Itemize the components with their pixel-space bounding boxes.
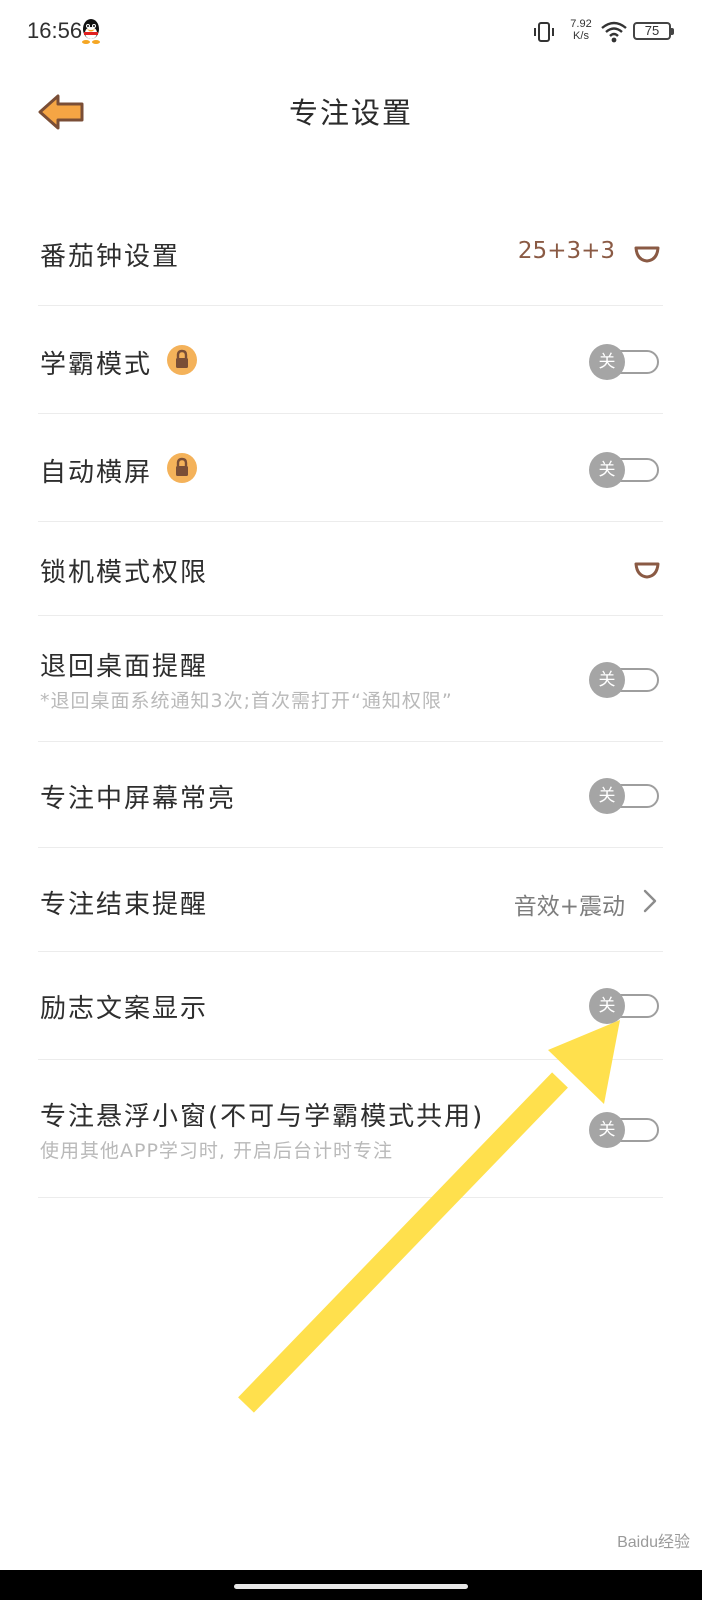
toggle-knob: 关 xyxy=(589,778,625,814)
floating-window-description: 使用其他APP学习时, 开启后台计时专注 xyxy=(40,1140,393,1162)
wifi-icon xyxy=(601,21,627,43)
floating-window-toggle[interactable]: 关 xyxy=(589,1112,661,1148)
baidu-watermark: Baidu经验 xyxy=(617,1534,690,1551)
screen-on-label: 专注中屏幕常亮 xyxy=(40,784,237,814)
page-title: 专注设置 xyxy=(288,96,413,130)
home-indicator[interactable] xyxy=(234,1584,468,1589)
study-mode-toggle[interactable]: 关 xyxy=(589,344,661,380)
navigation-bar xyxy=(0,1570,702,1600)
motivation-text-toggle[interactable]: 关 xyxy=(589,988,661,1024)
network-speed: 7.92 K/s xyxy=(566,18,596,42)
study-mode-row: 学霸模式 关 xyxy=(38,306,663,414)
return-desktop-toggle[interactable]: 关 xyxy=(589,662,661,698)
dropdown-icon[interactable] xyxy=(633,244,661,264)
chevron-right-icon xyxy=(643,889,657,913)
auto-landscape-row: 自动横屏 关 xyxy=(38,414,663,522)
end-reminder-label: 专注结束提醒 xyxy=(40,890,209,920)
floating-window-label: 专注悬浮小窗(不可与学霸模式共用) xyxy=(40,1102,485,1132)
lock-icon xyxy=(167,345,197,375)
qq-icon xyxy=(82,19,100,44)
toggle-knob: 关 xyxy=(589,344,625,380)
pomodoro-setting-row[interactable]: 番茄钟设置 25+3+3 xyxy=(38,200,663,306)
return-desktop-label: 退回桌面提醒 xyxy=(40,652,209,682)
battery-indicator: 75 xyxy=(633,22,674,40)
screen-on-row: 专注中屏幕常亮 关 xyxy=(38,742,663,848)
status-bar: 16:56 7.92 K/s 75 xyxy=(0,0,702,64)
toggle-knob: 关 xyxy=(589,662,625,698)
screen-on-toggle[interactable]: 关 xyxy=(589,778,661,814)
end-reminder-row[interactable]: 专注结束提醒 音效+震动 xyxy=(38,848,663,952)
network-speed-unit: K/s xyxy=(573,30,589,42)
network-speed-value: 7.92 xyxy=(570,18,592,30)
auto-landscape-toggle[interactable]: 关 xyxy=(589,452,661,488)
return-desktop-description: *退回桌面系统通知3次;首次需打开“通知权限” xyxy=(40,690,453,712)
study-mode-label: 学霸模式 xyxy=(40,350,153,380)
motivation-text-row: 励志文案显示 关 xyxy=(38,952,663,1060)
lock-permission-label: 锁机模式权限 xyxy=(40,558,209,588)
toggle-knob: 关 xyxy=(589,1112,625,1148)
lock-icon xyxy=(167,453,197,483)
status-time: 16:56 xyxy=(27,18,83,43)
pomodoro-setting-label: 番茄钟设置 xyxy=(40,242,181,272)
return-desktop-row: 退回桌面提醒 *退回桌面系统通知3次;首次需打开“通知权限” 关 xyxy=(38,616,663,742)
pomodoro-setting-value: 25+3+3 xyxy=(517,238,615,264)
end-reminder-value: 音效+震动 xyxy=(513,894,625,920)
toggle-knob: 关 xyxy=(589,452,625,488)
vibrate-icon xyxy=(534,22,554,42)
motivation-text-label: 励志文案显示 xyxy=(40,994,209,1024)
auto-landscape-label: 自动横屏 xyxy=(40,458,153,488)
dropdown-icon[interactable] xyxy=(633,560,661,580)
watermark-url: jingyan.baidu.com xyxy=(585,1552,690,1567)
floating-window-row: 专注悬浮小窗(不可与学霸模式共用) 使用其他APP学习时, 开启后台计时专注 关 xyxy=(38,1060,663,1198)
lock-permission-row[interactable]: 锁机模式权限 xyxy=(38,522,663,616)
toggle-knob: 关 xyxy=(589,988,625,1024)
